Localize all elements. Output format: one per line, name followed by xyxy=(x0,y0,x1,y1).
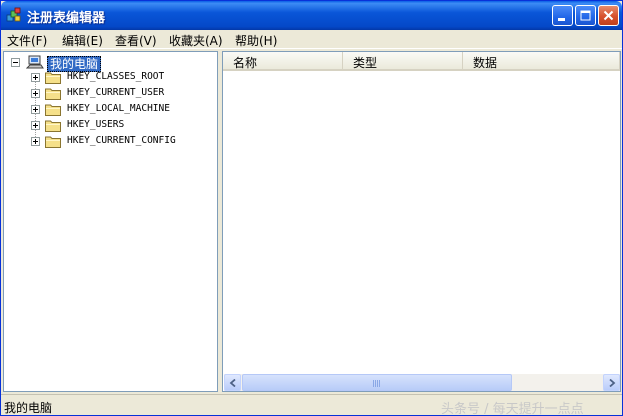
close-button[interactable] xyxy=(598,5,619,26)
minimize-icon xyxy=(558,18,565,21)
maximize-icon xyxy=(580,10,591,21)
maximize-button[interactable] xyxy=(575,5,596,26)
arrow-right-icon xyxy=(609,379,616,387)
column-header-label: 名称 xyxy=(233,56,258,70)
menu-help[interactable]: 帮助(H) xyxy=(235,32,277,49)
minimize-button[interactable] xyxy=(552,5,573,26)
tree-item[interactable]: HKEY_LOCAL_MACHINE xyxy=(28,101,213,117)
menu-bar: 文件(F) 编辑(E) 查看(V) 收藏夹(A) 帮助(H) xyxy=(1,30,622,49)
tree-item[interactable]: HKEY_USERS xyxy=(28,117,213,133)
values-list-pane[interactable]: 名称 类型 数据 xyxy=(222,51,621,392)
folder-icon xyxy=(45,72,61,84)
expand-icon[interactable] xyxy=(31,137,40,146)
scrollbar-thumb[interactable] xyxy=(242,374,512,391)
tree-item[interactable]: HKEY_CURRENT_CONFIG xyxy=(28,133,213,149)
folder-icon xyxy=(45,88,61,100)
watermark: 头条号 / 每天提升一点点 xyxy=(441,402,584,416)
tree-pane[interactable]: 我的电脑 HKEY_CLASSES_ROOT HKEY_CURRENT_USER xyxy=(3,51,218,392)
column-header-label: 数据 xyxy=(473,56,498,70)
collapse-icon[interactable] xyxy=(11,58,20,67)
close-icon xyxy=(603,10,614,21)
tree-item[interactable]: HKEY_CLASSES_ROOT xyxy=(28,69,213,85)
expand-icon[interactable] xyxy=(31,121,40,130)
menu-file[interactable]: 文件(F) xyxy=(7,32,47,49)
column-header-data[interactable]: 数据 xyxy=(463,52,620,71)
menu-view[interactable]: 查看(V) xyxy=(115,32,157,49)
folder-icon xyxy=(45,120,61,132)
folder-icon xyxy=(45,136,61,148)
registry-icon xyxy=(6,7,21,22)
registry-editor-window: 注册表编辑器 文件(F) 编辑(E) 查看(V) 收藏夹(A) 帮助(H) 我的… xyxy=(0,0,623,416)
window-title: 注册表编辑器 xyxy=(27,11,106,26)
menu-favorites[interactable]: 收藏夹(A) xyxy=(169,32,223,49)
menu-edit[interactable]: 编辑(E) xyxy=(62,32,103,49)
status-bar: 我的电脑 头条号 / 每天提升一点点 xyxy=(1,394,622,416)
expand-icon[interactable] xyxy=(31,105,40,114)
tree-item-label[interactable]: HKEY_CURRENT_USER xyxy=(67,87,164,98)
folder-icon xyxy=(45,104,61,116)
tree-item-label[interactable]: HKEY_USERS xyxy=(67,119,124,130)
horizontal-scrollbar[interactable] xyxy=(224,374,620,391)
tree-item-label[interactable]: HKEY_CLASSES_ROOT xyxy=(67,71,164,82)
expand-icon[interactable] xyxy=(31,73,40,82)
tree-item-label[interactable]: HKEY_LOCAL_MACHINE xyxy=(67,103,170,114)
column-header-type[interactable]: 类型 xyxy=(343,52,463,71)
arrow-left-icon xyxy=(229,379,236,387)
expand-icon[interactable] xyxy=(31,89,40,98)
status-text: 我的电脑 xyxy=(4,401,53,415)
title-bar[interactable]: 注册表编辑器 xyxy=(1,1,622,30)
scroll-left-button[interactable] xyxy=(224,374,241,391)
column-header-label: 类型 xyxy=(353,56,378,70)
tree-item[interactable]: HKEY_CURRENT_USER xyxy=(28,85,213,101)
scroll-right-button[interactable] xyxy=(603,374,620,391)
computer-icon xyxy=(26,55,44,69)
tree-item-label[interactable]: HKEY_CURRENT_CONFIG xyxy=(67,135,176,146)
column-header-name[interactable]: 名称 xyxy=(223,52,343,71)
grip-icon xyxy=(373,380,381,387)
